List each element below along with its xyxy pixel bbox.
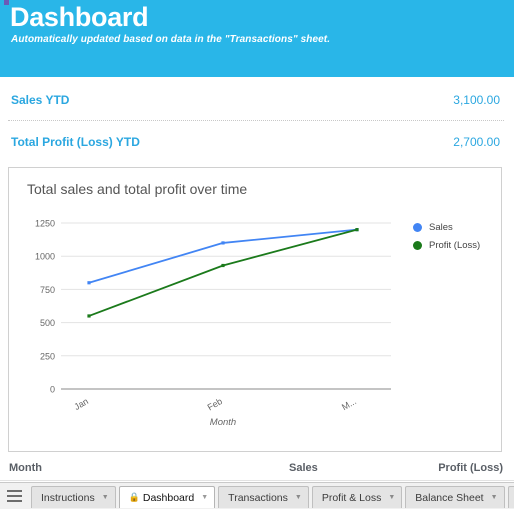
legend-label-sales: Sales [429, 221, 453, 233]
banner-corner-marker [4, 0, 9, 5]
sheet-tab-instructions[interactable]: Instructions ▼ [31, 486, 116, 508]
sheet-tab-label: Profit & Loss [321, 491, 382, 504]
chevron-down-icon[interactable]: ▼ [201, 494, 208, 501]
svg-text:0: 0 [50, 385, 55, 395]
chevron-down-icon[interactable]: ▼ [102, 494, 109, 501]
dashboard-page: Dashboard Automatically updated based on… [0, 0, 514, 509]
metric-row-total-profit-ytd: Total Profit (Loss) YTD 2,700.00 [0, 124, 514, 166]
chart-legend: Sales Profit (Loss) [413, 218, 480, 254]
column-header-profit-loss: Profit (Loss) [438, 462, 503, 474]
lock-icon: 🔒 [128, 492, 140, 502]
hamburger-icon[interactable] [7, 490, 22, 502]
sheet-tab-label: Instructions [41, 491, 95, 504]
sheet-tab-transactions[interactable]: Transactions ▼ [218, 486, 309, 508]
column-header-month: Month [9, 462, 42, 474]
chevron-down-icon[interactable]: ▼ [295, 494, 302, 501]
metric-label-total-profit-ytd: Total Profit (Loss) YTD [11, 135, 140, 149]
legend-item-sales[interactable]: Sales [413, 218, 480, 236]
sheet-tab-label: Balance Sheet [415, 491, 484, 504]
svg-text:1000: 1000 [35, 252, 55, 262]
sheet-tab-bar: Instructions ▼ 🔒 Dashboard ▼ Transactions ▼ Pro… [0, 482, 514, 509]
line-chart-plot: 0 250 500 750 1000 1250 Jan Feb M... Month [35, 219, 391, 428]
page-title: Dashboard [10, 2, 149, 32]
sheet-tab-balance-sheet[interactable]: Balance Sheet ▼ [405, 486, 505, 508]
column-header-sales: Sales [289, 462, 318, 474]
page-subtitle: Automatically updated based on data in t… [11, 34, 331, 45]
legend-label-profit-loss: Profit (Loss) [429, 239, 481, 251]
sheet-tabs: Instructions ▼ 🔒 Dashboard ▼ Transactions ▼ Pro… [31, 486, 514, 509]
legend-item-profit-loss[interactable]: Profit (Loss) [413, 236, 480, 254]
svg-text:Feb: Feb [206, 396, 224, 412]
chart-card[interactable]: Total sales and total profit over time 0… [8, 167, 502, 452]
svg-text:Month: Month [210, 417, 236, 428]
sheet-tab-label: Transactions [228, 491, 288, 504]
metric-divider [8, 120, 504, 121]
svg-text:500: 500 [40, 318, 55, 328]
legend-color-swatch-profit-loss [413, 240, 422, 250]
sheet-tab-dashboard[interactable]: 🔒 Dashboard ▼ [118, 486, 216, 508]
metric-value-total-profit-ytd: 2,700.00 [453, 135, 500, 149]
metric-label-sales-ytd: Sales YTD [11, 93, 70, 107]
table-header-rule [0, 480, 514, 481]
svg-text:250: 250 [40, 351, 55, 361]
metric-value-sales-ytd: 3,100.00 [453, 93, 500, 107]
svg-text:750: 750 [40, 285, 55, 295]
sheet-tab-categories[interactable]: Categories▼ [507, 486, 514, 508]
legend-color-swatch-sales [413, 222, 422, 232]
chevron-down-icon[interactable]: ▼ [388, 494, 395, 501]
metric-row-sales-ytd: Sales YTD 3,100.00 [0, 82, 514, 124]
chevron-down-icon[interactable]: ▼ [491, 494, 498, 501]
data-table-header: Month Sales Profit (Loss) [0, 458, 514, 482]
svg-text:1250: 1250 [35, 219, 55, 229]
page-banner: Dashboard Automatically updated based on… [0, 0, 514, 77]
sheet-tab-profit-loss[interactable]: Profit & Loss ▼ [311, 486, 403, 508]
svg-text:Jan: Jan [72, 396, 90, 412]
svg-text:M...: M... [340, 396, 358, 412]
sheet-tab-label: Dashboard [142, 491, 195, 504]
